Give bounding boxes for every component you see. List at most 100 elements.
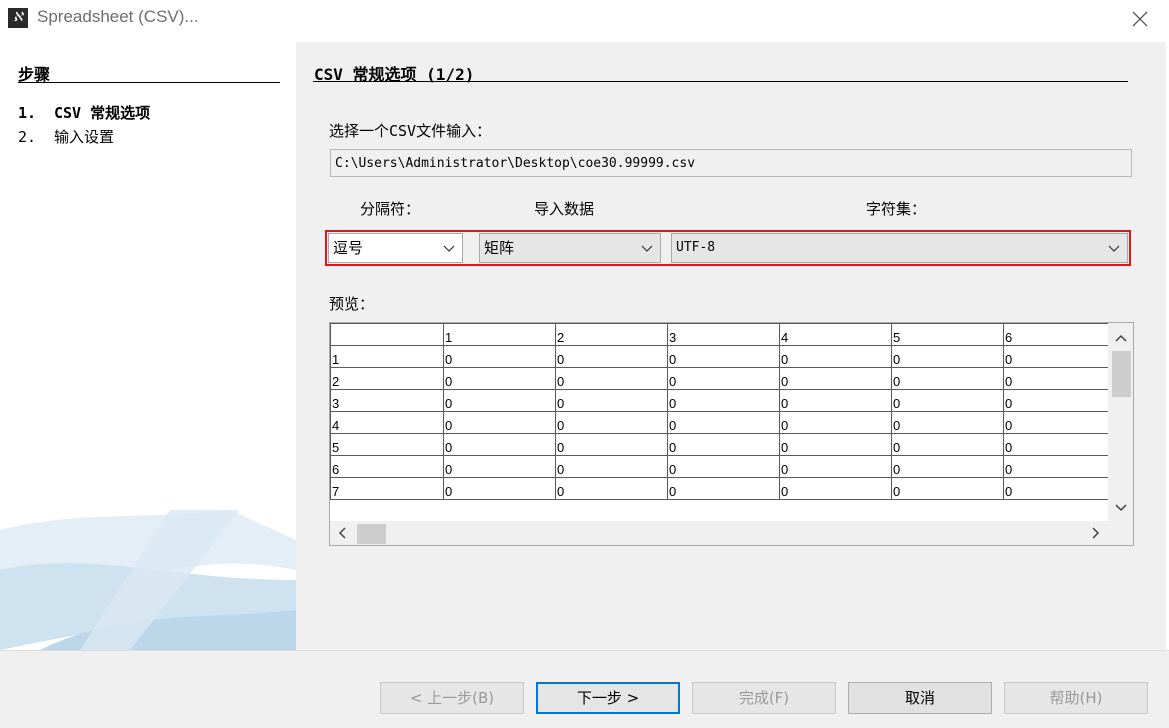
- preview-grid: 1 2 3 4 5 6 1 0 0 0 0 0 0 2 0 0 0 0 0 0 …: [330, 323, 1116, 500]
- table-cell: 0: [667, 411, 780, 434]
- table-cell: 0: [667, 367, 780, 390]
- vertical-scroll-thumb[interactable]: [1112, 351, 1131, 397]
- step-number: 1.: [18, 104, 37, 122]
- charset-value: UTF-8: [676, 240, 716, 255]
- window-title: Spreadsheet (CSV)...: [37, 7, 199, 26]
- table-row: 3 0 0 0 0 0 0: [330, 389, 1116, 412]
- table-cell: 0: [1003, 455, 1116, 478]
- table-cell: 0: [891, 411, 1004, 434]
- table-cell: 0: [443, 411, 556, 434]
- decorative-wave-graphic: [0, 510, 296, 650]
- row-header: 1: [330, 345, 444, 368]
- app-icon: ℵ: [8, 8, 28, 28]
- import-data-select[interactable]: 矩阵: [479, 233, 661, 263]
- table-cell: 0: [443, 345, 556, 368]
- table-cell: 0: [667, 455, 780, 478]
- step-label: 输入设置: [54, 128, 115, 146]
- finish-button[interactable]: 完成(F): [692, 682, 836, 714]
- scroll-left-icon[interactable]: [335, 525, 351, 541]
- table-cell: 0: [779, 367, 892, 390]
- table-cell: 0: [555, 477, 668, 500]
- page-title-divider: [313, 81, 1128, 82]
- scroll-up-icon[interactable]: [1113, 331, 1129, 347]
- main-content: CSV 常规选项 (1/2) 选择一个CSV文件输入： C:\Users\Adm…: [296, 42, 1166, 650]
- row-header: 4: [330, 411, 444, 434]
- separator-value: 逗号: [333, 239, 364, 257]
- chevron-down-icon: [1108, 245, 1120, 252]
- preview-table[interactable]: 1 2 3 4 5 6 1 0 0 0 0 0 0 2 0 0 0 0 0 0 …: [329, 322, 1134, 546]
- column-header: [330, 323, 444, 346]
- table-cell: 0: [1003, 477, 1116, 500]
- charset-select[interactable]: UTF-8: [671, 233, 1128, 263]
- help-button[interactable]: 帮助(H): [1004, 682, 1148, 714]
- table-cell: 0: [779, 345, 892, 368]
- step-number: 2.: [18, 128, 37, 146]
- table-cell: 0: [891, 345, 1004, 368]
- column-header: 5: [891, 323, 1004, 346]
- table-cell: 0: [443, 455, 556, 478]
- table-row: 5 0 0 0 0 0 0: [330, 433, 1116, 456]
- row-header: 3: [330, 389, 444, 412]
- table-cell: 0: [667, 389, 780, 412]
- column-header: 3: [667, 323, 780, 346]
- table-row: 4 0 0 0 0 0 0: [330, 411, 1116, 434]
- column-header: 1: [443, 323, 556, 346]
- table-cell: 0: [1003, 367, 1116, 390]
- scroll-right-icon[interactable]: [1087, 525, 1103, 541]
- button-bar: < 上一步(B) 下一步 > 完成(F) 取消 帮助(H): [0, 650, 1169, 728]
- table-row: 6 0 0 0 0 0 0: [330, 455, 1116, 478]
- separator-select[interactable]: 逗号: [328, 233, 463, 263]
- table-header-row: 1 2 3 4 5 6: [330, 323, 1116, 346]
- file-path-field[interactable]: C:\Users\Administrator\Desktop\coe30.999…: [330, 149, 1132, 177]
- step-label: CSV 常规选项: [54, 104, 151, 122]
- next-button[interactable]: 下一步 >: [536, 682, 680, 714]
- table-cell: 0: [443, 367, 556, 390]
- back-button[interactable]: < 上一步(B): [380, 682, 524, 714]
- column-header: 2: [555, 323, 668, 346]
- table-cell: 0: [443, 477, 556, 500]
- chevron-down-icon: [641, 245, 653, 252]
- table-cell: 0: [779, 433, 892, 456]
- table-cell: 0: [667, 433, 780, 456]
- table-cell: 0: [891, 455, 1004, 478]
- close-icon[interactable]: [1127, 6, 1153, 32]
- scroll-down-icon[interactable]: [1113, 499, 1129, 515]
- table-cell: 0: [1003, 389, 1116, 412]
- table-cell: 0: [555, 433, 668, 456]
- table-cell: 0: [1003, 345, 1116, 368]
- table-row: 7 0 0 0 0 0 0: [330, 477, 1116, 500]
- separator-label: 分隔符：: [360, 200, 421, 218]
- table-cell: 0: [779, 411, 892, 434]
- charset-label: 字符集：: [866, 200, 927, 218]
- table-cell: 0: [1003, 433, 1116, 456]
- table-cell: 0: [891, 433, 1004, 456]
- row-header: 2: [330, 367, 444, 390]
- cancel-button[interactable]: 取消: [848, 682, 992, 714]
- file-input-label: 选择一个CSV文件输入：: [329, 122, 492, 140]
- table-cell: 0: [891, 477, 1004, 500]
- table-cell: 0: [555, 411, 668, 434]
- step-item-2: 2. 输入设置: [18, 126, 114, 147]
- vertical-scrollbar[interactable]: [1108, 323, 1133, 521]
- horizontal-scroll-thumb[interactable]: [357, 524, 386, 544]
- title-bar: ℵ Spreadsheet (CSV)...: [0, 0, 1169, 38]
- table-cell: 0: [555, 367, 668, 390]
- import-data-label: 导入数据: [534, 200, 595, 218]
- table-cell: 0: [779, 455, 892, 478]
- chevron-down-icon: [443, 245, 455, 252]
- table-cell: 0: [555, 389, 668, 412]
- steps-divider: [18, 82, 280, 83]
- horizontal-scrollbar[interactable]: [330, 521, 1133, 545]
- row-header: 7: [330, 477, 444, 500]
- preview-label: 预览：: [329, 295, 375, 313]
- table-row: 1 0 0 0 0 0 0: [330, 345, 1116, 368]
- row-header: 6: [330, 455, 444, 478]
- table-cell: 0: [779, 389, 892, 412]
- table-cell: 0: [443, 389, 556, 412]
- table-cell: 0: [667, 345, 780, 368]
- table-cell: 0: [555, 455, 668, 478]
- table-cell: 0: [891, 367, 1004, 390]
- table-cell: 0: [1003, 411, 1116, 434]
- table-cell: 0: [555, 345, 668, 368]
- table-cell: 0: [891, 389, 1004, 412]
